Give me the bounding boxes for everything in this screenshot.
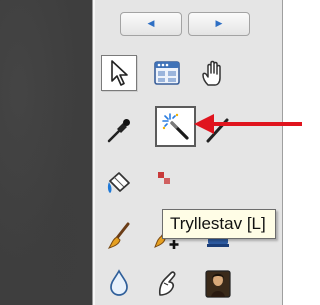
portrait-icon	[205, 270, 231, 298]
red-arrow-icon	[194, 114, 302, 134]
fill-tool[interactable]	[101, 165, 137, 201]
brush-icon	[107, 222, 130, 249]
eyedropper-icon	[107, 119, 130, 143]
triangle-left-icon: ◀	[147, 18, 155, 29]
portrait-tool[interactable]	[200, 264, 236, 300]
drop-tool[interactable]	[101, 264, 137, 300]
paint-bucket-icon	[107, 172, 130, 193]
layout-tool[interactable]	[149, 55, 185, 91]
drop-icon	[110, 269, 128, 296]
smudge-icon	[158, 271, 176, 296]
arrow-cursor-icon	[111, 60, 128, 86]
canvas-area[interactable]	[0, 0, 92, 305]
layout-grid-icon	[154, 61, 180, 85]
smudge-tool[interactable]	[149, 264, 185, 300]
panel-edge	[282, 0, 308, 305]
swatch-tool[interactable]	[149, 165, 185, 201]
prev-button[interactable]: ◀	[120, 12, 182, 36]
move-tool[interactable]	[101, 55, 137, 91]
hand-tool[interactable]	[196, 55, 232, 91]
magic-wand-icon	[161, 112, 189, 140]
swatch-icon	[158, 172, 170, 184]
tooltip-text: Tryllestav [L]	[170, 214, 266, 233]
eyedropper-tool[interactable]	[101, 112, 137, 148]
next-button[interactable]: ▶	[188, 12, 250, 36]
triangle-right-icon: ▶	[215, 18, 223, 29]
hand-icon	[202, 60, 221, 86]
brush-tool[interactable]	[101, 218, 137, 254]
magic-wand-tool[interactable]	[155, 106, 196, 147]
toolbox-panel	[92, 0, 283, 305]
tooltip: Tryllestav [L]	[162, 209, 276, 239]
